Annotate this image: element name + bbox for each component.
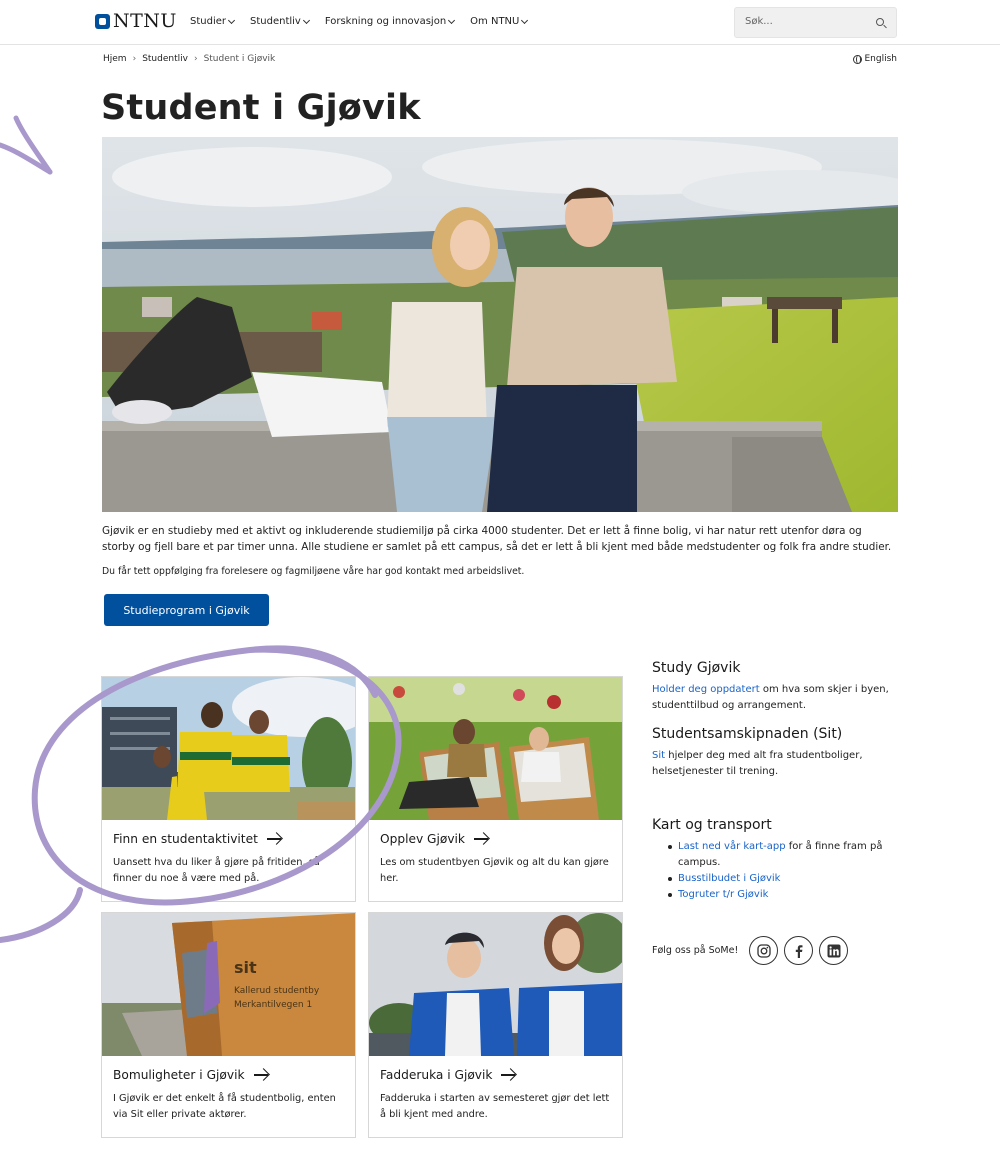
nav-item-forskning[interactable]: Forskning og innovasjon [324,16,456,27]
chevron-down-icon [521,16,529,24]
sidebar-sit: Studentsamskipnaden (Sit) Sit hjelper de… [652,726,902,780]
ntnu-logo-icon [95,14,110,29]
card-image [102,677,355,820]
list-item: Togruter t/r Gjøvik [668,887,902,903]
top-navigation-bar: NTNU Studier Studentliv Forskning og inn… [0,0,1000,45]
chevron-right-icon: › [132,54,137,64]
studieprogram-button[interactable]: Studieprogram i Gjøvik [104,594,269,626]
sidebar-text: Holder deg oppdatert om hva som skjer i … [652,682,902,714]
facebook-icon[interactable] [784,936,814,965]
card-description: Uansett hva du liker å gjøre på fritiden… [113,857,320,884]
nav-item-om-ntnu[interactable]: Om NTNU [470,16,529,27]
page-title: Student i Gjøvik [101,88,421,128]
logo-text: NTNU [113,10,177,32]
social-follow: Følg oss på SoMe! [652,936,849,965]
card-fadderuka[interactable]: Fadderuka i Gjøvik Fadderuka i starten a… [368,912,623,1138]
breadcrumb: Hjem › Studentliv › Student i Gjøvik [103,54,275,64]
card-title-text: Opplev Gjøvik [380,832,465,846]
card-image [369,677,622,820]
breadcrumb-studentliv[interactable]: Studentliv [142,54,188,64]
arrow-right-icon [473,838,488,840]
breadcrumb-current: Student i Gjøvik [203,54,276,64]
card-bomuligheter[interactable]: sit Kallerud studentby Merkantilvegen 1 … [101,912,356,1138]
nav-label: Studier [190,16,226,27]
sidebar-link[interactable]: Holder deg oppdatert [652,684,760,695]
list-item: Last ned vår kart-app for å finne fram p… [668,839,902,871]
list-item: Busstilbudet i Gjøvik [668,871,902,887]
card-title-text: Bomuligheter i Gjøvik [113,1068,245,1082]
card-title-text: Fadderuka i Gjøvik [380,1068,493,1082]
card-title: Fadderuka i Gjøvik [380,1068,516,1082]
ntnu-logo[interactable]: NTNU [95,12,177,31]
nav-label: Studentliv [250,16,301,27]
card-studentaktivitet[interactable]: Finn en studentaktivitet Uansett hva du … [101,676,356,902]
chevron-right-icon: › [193,54,198,64]
sidebar-text-body: hjelper deg med alt fra studentboliger, … [652,750,863,777]
arrow-right-icon [266,838,281,840]
sign-line-1: Kallerud studentby [234,986,320,996]
sidebar-heading: Study Gjøvik [652,660,741,676]
nav-item-studier[interactable]: Studier [190,16,236,27]
nav-label: Forskning og innovasjon [324,16,447,27]
chevron-down-icon [227,16,236,24]
arrow-right-icon [253,1074,268,1076]
card-title-text: Finn en studentaktivitet [113,832,258,846]
nav-item-studentliv[interactable]: Studentliv [250,16,310,27]
sidebar-kart-transport: Kart og transport Last ned vår kart-app … [652,817,902,903]
sidebar-list: Last ned vår kart-app for å finne fram p… [668,839,902,903]
card-description: Les om studentbyen Gjøvik og alt du kan … [380,857,609,884]
intro-paragraph-2: Du får tett oppfølging fra forelesere og… [102,566,525,577]
kart-app-link[interactable]: Last ned vår kart-app [678,841,786,852]
card-title: Finn en studentaktivitet [113,832,281,846]
sidebar-study-gjovik: Study Gjøvik Holder deg oppdatert om hva… [652,660,902,714]
search-input[interactable] [745,16,865,27]
card-title: Bomuligheter i Gjøvik [113,1068,268,1082]
language-switch[interactable]: English [852,54,898,64]
sign-line-2: Merkantilvegen 1 [234,1000,312,1010]
sidebar-heading: Kart og transport [652,817,772,833]
main-nav: Studier Studentliv Forskning og innovasj… [190,16,543,27]
hero-image [102,137,898,512]
card-image [369,913,622,1056]
sidebar-text: Sit hjelper deg med alt fra studentbolig… [652,748,902,780]
arrow-right-icon [501,1074,516,1076]
card-image: sit Kallerud studentby Merkantilvegen 1 [102,913,355,1056]
card-description: Fadderuka i starten av semesteret gjør d… [380,1093,610,1120]
breadcrumb-home[interactable]: Hjem [103,54,127,64]
instagram-icon[interactable] [749,936,779,965]
globe-icon [852,54,862,64]
intro-paragraph: Gjøvik er en studieby med et aktivt og i… [102,525,892,553]
card-title: Opplev Gjøvik [380,832,488,846]
language-label: English [864,54,898,64]
sidebar-link[interactable]: Sit [652,750,665,761]
chevron-down-icon [448,16,456,24]
follow-label: Følg oss på SoMe! [652,945,739,956]
linkedin-icon[interactable] [819,936,849,965]
card-description: I Gjøvik er det enkelt å få studentbolig… [113,1093,336,1120]
busstilbud-link[interactable]: Busstilbudet i Gjøvik [678,873,780,884]
decorative-arrow [0,115,53,175]
togruter-link[interactable]: Togruter t/r Gjøvik [678,889,768,900]
sidebar-heading: Studentsamskipnaden (Sit) [652,726,843,742]
search-icon[interactable] [876,18,884,26]
nav-label: Om NTNU [470,16,520,27]
card-opplev-gjovik[interactable]: Opplev Gjøvik Les om studentbyen Gjøvik … [368,676,623,902]
chevron-down-icon [302,16,310,24]
search-box [734,7,897,38]
sign-brand: sit [234,958,257,977]
